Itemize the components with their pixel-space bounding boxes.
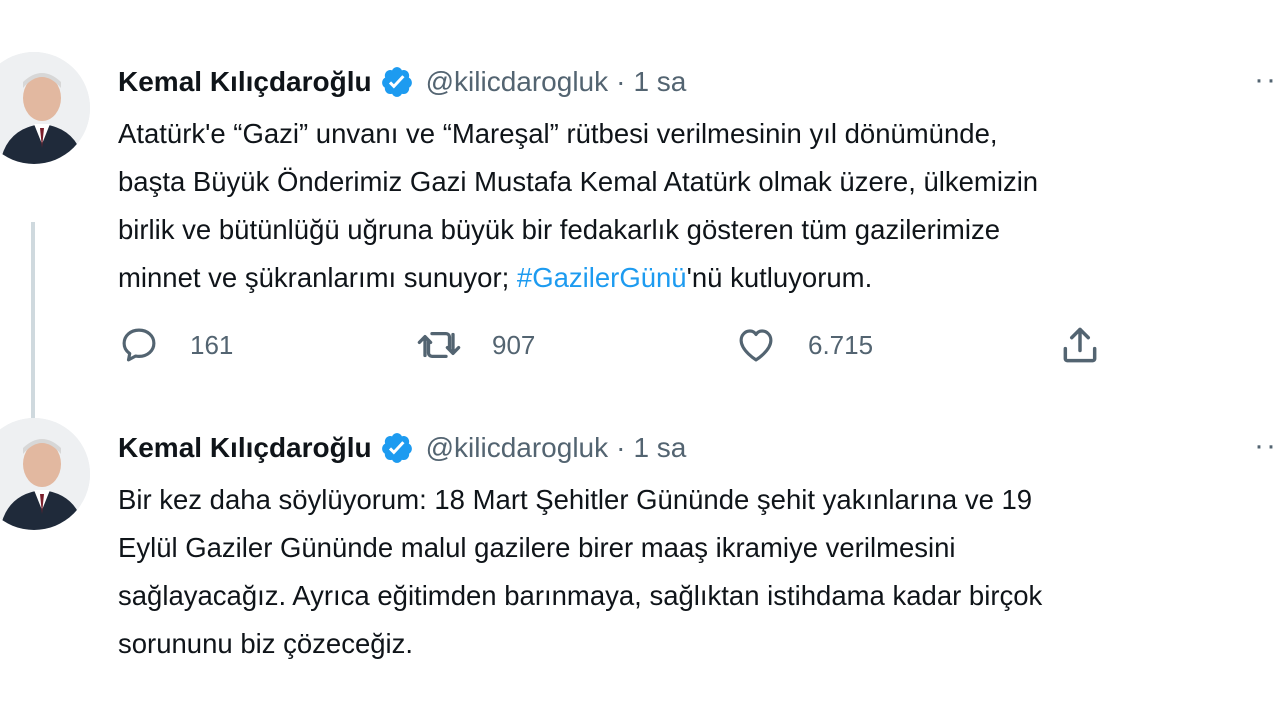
author-name[interactable]: Kemal Kılıçdaroğlu [118,432,372,464]
tweet-text-line: Bir kez daha söylüyorum: 18 Mart Şehitle… [118,484,1033,515]
avatar[interactable] [0,418,90,530]
author-handle[interactable]: @kilicdarogluk [426,66,609,98]
reply-count: 161 [190,329,234,360]
hashtag-link[interactable]: #GazilerGünü [517,262,687,293]
tweet-thread: Kemal Kılıçdaroğlu @kilicdarogluk · 1 sa… [0,0,1280,720]
verified-badge-icon [380,65,414,99]
tweet-text-line: başta Büyük Önderimiz Gazi Mustafa Kemal… [118,166,1039,197]
tweet-actions: 161 907 6.715 [118,320,1118,370]
tweet-text-fragment: 'nü kutluyorum. [686,262,873,293]
avatar-image [0,52,90,164]
share-icon [1063,327,1097,363]
avatar[interactable] [0,52,90,164]
share-button[interactable] [1058,320,1102,370]
tweet-text-line: sorununu biz çözeceğiz. [118,628,414,659]
retweet-button[interactable]: 907 [416,320,535,370]
tweet-text-line: birlik ve bütünlüğü uğruna büyük bir fed… [118,214,1000,245]
retweet-count: 907 [492,329,536,360]
avatar-image [0,418,90,530]
tweet-text-fragment: minnet ve şükranlarımı sunuyor; [118,262,517,293]
author-handle[interactable]: @kilicdarogluk [426,432,609,464]
more-icon[interactable]: ··· [1254,65,1280,95]
tweet-header: Kemal Kılıçdaroğlu @kilicdarogluk · 1 sa [118,62,686,102]
tweet-timestamp[interactable]: 1 sa [633,432,686,464]
author-name[interactable]: Kemal Kılıçdaroğlu [118,66,372,98]
like-button[interactable]: 6.715 [734,320,873,370]
tweet-text-line: sağlayacağız. Ayrıca eğitimden barınmaya… [118,580,1043,611]
tweet-text: Bir kez daha söylüyorum: 18 Mart Şehitle… [118,476,1280,668]
tweet-text: Atatürk'e “Gazi” unvanı ve “Mareşal” rüt… [118,110,1280,302]
tweet-timestamp[interactable]: 1 sa [633,66,686,98]
reply-icon [122,328,156,362]
tweet-text-line: Atatürk'e “Gazi” unvanı ve “Mareşal” rüt… [118,118,998,149]
tweet-text-line: minnet ve şükranlarımı sunuyor; #Gaziler… [118,254,1280,302]
separator-dot: · [616,432,626,463]
separator-dot: · [616,66,626,97]
reply-button[interactable]: 161 [118,320,233,370]
tweet-text-line: Eylül Gaziler Gününde malul gazilere bir… [118,532,956,563]
more-icon[interactable]: ··· [1254,431,1280,461]
tweet-header: Kemal Kılıçdaroğlu @kilicdarogluk · 1 sa [118,428,686,468]
like-count: 6.715 [808,329,874,360]
retweet-icon [417,331,461,359]
heart-icon [739,329,773,362]
verified-badge-icon [380,431,414,465]
